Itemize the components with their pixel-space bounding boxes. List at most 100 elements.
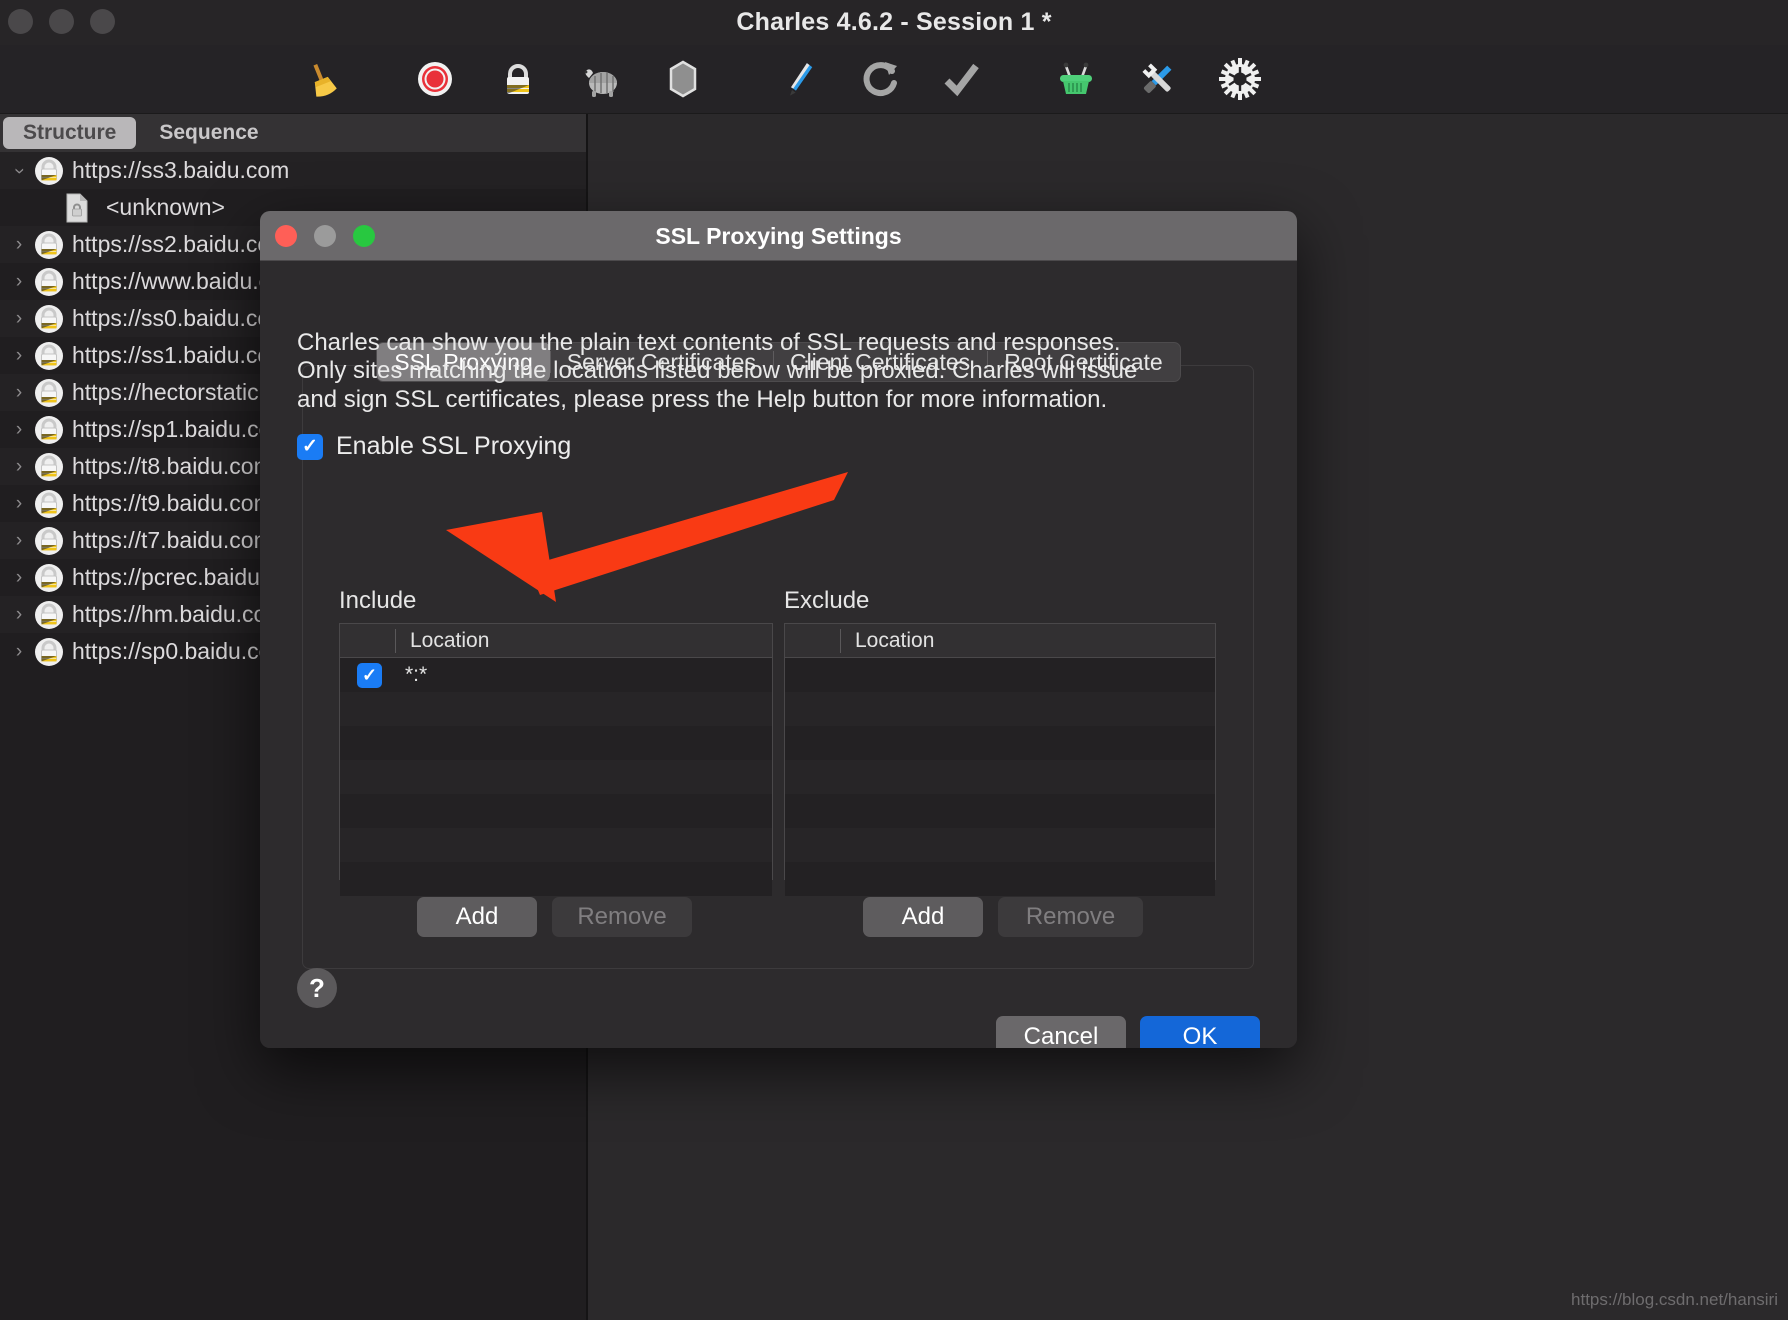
tree-row-label: https://pcrec.baidu.: [72, 564, 267, 590]
chevron-right-icon[interactable]: ›: [6, 345, 32, 367]
list-item[interactable]: [785, 692, 1215, 726]
location-enabled-checkbox[interactable]: ✓: [357, 662, 382, 688]
include-list-header: Location: [340, 624, 772, 658]
document-lock-icon: [60, 193, 94, 223]
window-title-bar: Charles 4.6.2 - Session 1 *: [0, 0, 1788, 45]
include-title: Include: [339, 587, 417, 614]
include-add-button[interactable]: Add: [417, 897, 537, 937]
exclude-list[interactable]: Location: [784, 623, 1216, 896]
tree-row-label: https://hm.baidu.co: [72, 601, 267, 627]
list-item[interactable]: [340, 726, 772, 760]
tree-row-label: https://ss2.baidu.co: [72, 231, 271, 257]
list-item[interactable]: [340, 862, 772, 896]
list-item[interactable]: [340, 692, 772, 726]
lock-icon: [32, 378, 66, 408]
ok-button[interactable]: OK: [1140, 1016, 1260, 1048]
tree-row-label: https://ss0.baidu.co: [72, 305, 271, 331]
validate-check-icon[interactable]: [938, 56, 984, 102]
dialog-title: SSL Proxying Settings: [655, 223, 902, 249]
cancel-button[interactable]: Cancel: [996, 1016, 1126, 1048]
chevron-right-icon[interactable]: ›: [6, 271, 32, 293]
chevron-right-icon[interactable]: ›: [6, 456, 32, 478]
tree-row-label: https://sp0.baidu.co: [72, 638, 272, 664]
list-item[interactable]: [785, 760, 1215, 794]
include-remove-button: Remove: [552, 897, 692, 937]
settings-gear-icon[interactable]: [1217, 56, 1263, 102]
location-value: *:*: [405, 663, 428, 686]
tree-row-label: https://www.baidu.c: [72, 268, 271, 294]
tree-row-label: https://t8.baidu.com: [72, 453, 273, 479]
list-item[interactable]: [785, 726, 1215, 760]
chevron-right-icon[interactable]: ›: [6, 419, 32, 441]
tree-row-label: https://sp1.baidu.co: [72, 416, 272, 442]
tab-sequence[interactable]: Sequence: [139, 117, 278, 149]
description-line-1: Charles can show you the plain text cont…: [297, 329, 1121, 356]
chevron-right-icon[interactable]: ›: [6, 641, 32, 663]
compose-pen-icon[interactable]: [776, 56, 822, 102]
clear-session-icon[interactable]: [297, 56, 343, 102]
breakpoints-hexagon-icon[interactable]: [660, 56, 706, 102]
dialog-body: SSL Proxying Server Certificates Client …: [260, 261, 1297, 1048]
tab-structure[interactable]: Structure: [3, 117, 137, 149]
tree-row-label: https://ss1.baidu.co: [72, 342, 271, 368]
tree-row[interactable]: › https://ss3.baidu.com: [0, 152, 586, 189]
lock-icon: [32, 526, 66, 556]
app-root: Charles 4.6.2 - Session 1 * Structure Se…: [0, 0, 1788, 1320]
list-item[interactable]: [340, 828, 772, 862]
exclude-remove-button: Remove: [998, 897, 1143, 937]
lock-icon: [32, 415, 66, 445]
lock-icon: [32, 452, 66, 482]
description-line-2: Only sites matching the locations listed…: [297, 357, 1138, 385]
ssl-proxying-settings-dialog: SSL Proxying Settings SSL Proxying Serve…: [260, 211, 1297, 1048]
tools-wrench-icon[interactable]: [1135, 56, 1181, 102]
exclude-list-body[interactable]: [785, 658, 1215, 896]
enable-ssl-proxying-checkbox[interactable]: ✓: [297, 433, 323, 460]
tree-row-label: <unknown>: [106, 194, 225, 220]
structure-sequence-tabs: Structure Sequence: [0, 114, 586, 152]
lock-icon: [32, 304, 66, 334]
list-item[interactable]: [340, 794, 772, 828]
tree-row-label: https://t7.baidu.com: [72, 527, 273, 553]
list-item[interactable]: ✓ *:*: [340, 658, 772, 692]
repeat-refresh-icon[interactable]: [857, 56, 903, 102]
list-item[interactable]: [340, 760, 772, 794]
chevron-right-icon[interactable]: ›: [6, 234, 32, 256]
chevron-right-icon[interactable]: ›: [6, 567, 32, 589]
watermark-text: https://blog.csdn.net/hansiri: [1571, 1290, 1778, 1309]
list-item[interactable]: [785, 794, 1215, 828]
tree-row-label: https://ss3.baidu.com: [72, 157, 290, 183]
include-column-location: Location: [395, 628, 489, 653]
ssl-lock-icon[interactable]: [495, 56, 541, 102]
lock-icon: [32, 637, 66, 667]
throttle-turtle-icon[interactable]: [578, 56, 624, 102]
chevron-right-icon[interactable]: ›: [6, 530, 32, 552]
lock-icon: [32, 341, 66, 371]
chevron-right-icon[interactable]: ›: [6, 493, 32, 515]
chevron-down-icon[interactable]: ›: [8, 158, 30, 184]
list-item[interactable]: [785, 828, 1215, 862]
help-button[interactable]: ?: [297, 968, 337, 1008]
tools-basket-icon[interactable]: [1053, 56, 1099, 102]
lock-icon: [32, 563, 66, 593]
include-list-body[interactable]: ✓ *:*: [340, 658, 772, 896]
chevron-right-icon[interactable]: ›: [6, 604, 32, 626]
lock-icon: [32, 489, 66, 519]
list-item[interactable]: [785, 862, 1215, 896]
include-list[interactable]: Location ✓ *:*: [339, 623, 773, 896]
enable-ssl-proxying-label: Enable SSL Proxying: [336, 432, 572, 460]
list-item[interactable]: [785, 658, 1215, 692]
tree-row-label: https://t9.baidu.com: [72, 490, 273, 516]
exclude-title: Exclude: [784, 587, 870, 614]
lock-icon: [32, 267, 66, 297]
tree-row-label: https://hectorstatic.: [72, 379, 266, 405]
lock-icon: [32, 230, 66, 260]
lock-icon: [32, 156, 66, 186]
record-icon[interactable]: [412, 56, 458, 102]
enable-ssl-proxying-row[interactable]: ✓ Enable SSL Proxying: [297, 432, 571, 461]
chevron-right-icon[interactable]: ›: [6, 382, 32, 404]
dialog-description: Charles can show you the plain text cont…: [297, 329, 1177, 414]
exclude-add-button[interactable]: Add: [863, 897, 983, 937]
main-toolbar: [0, 45, 1788, 114]
chevron-right-icon[interactable]: ›: [6, 308, 32, 330]
exclude-list-header: Location: [785, 624, 1215, 658]
